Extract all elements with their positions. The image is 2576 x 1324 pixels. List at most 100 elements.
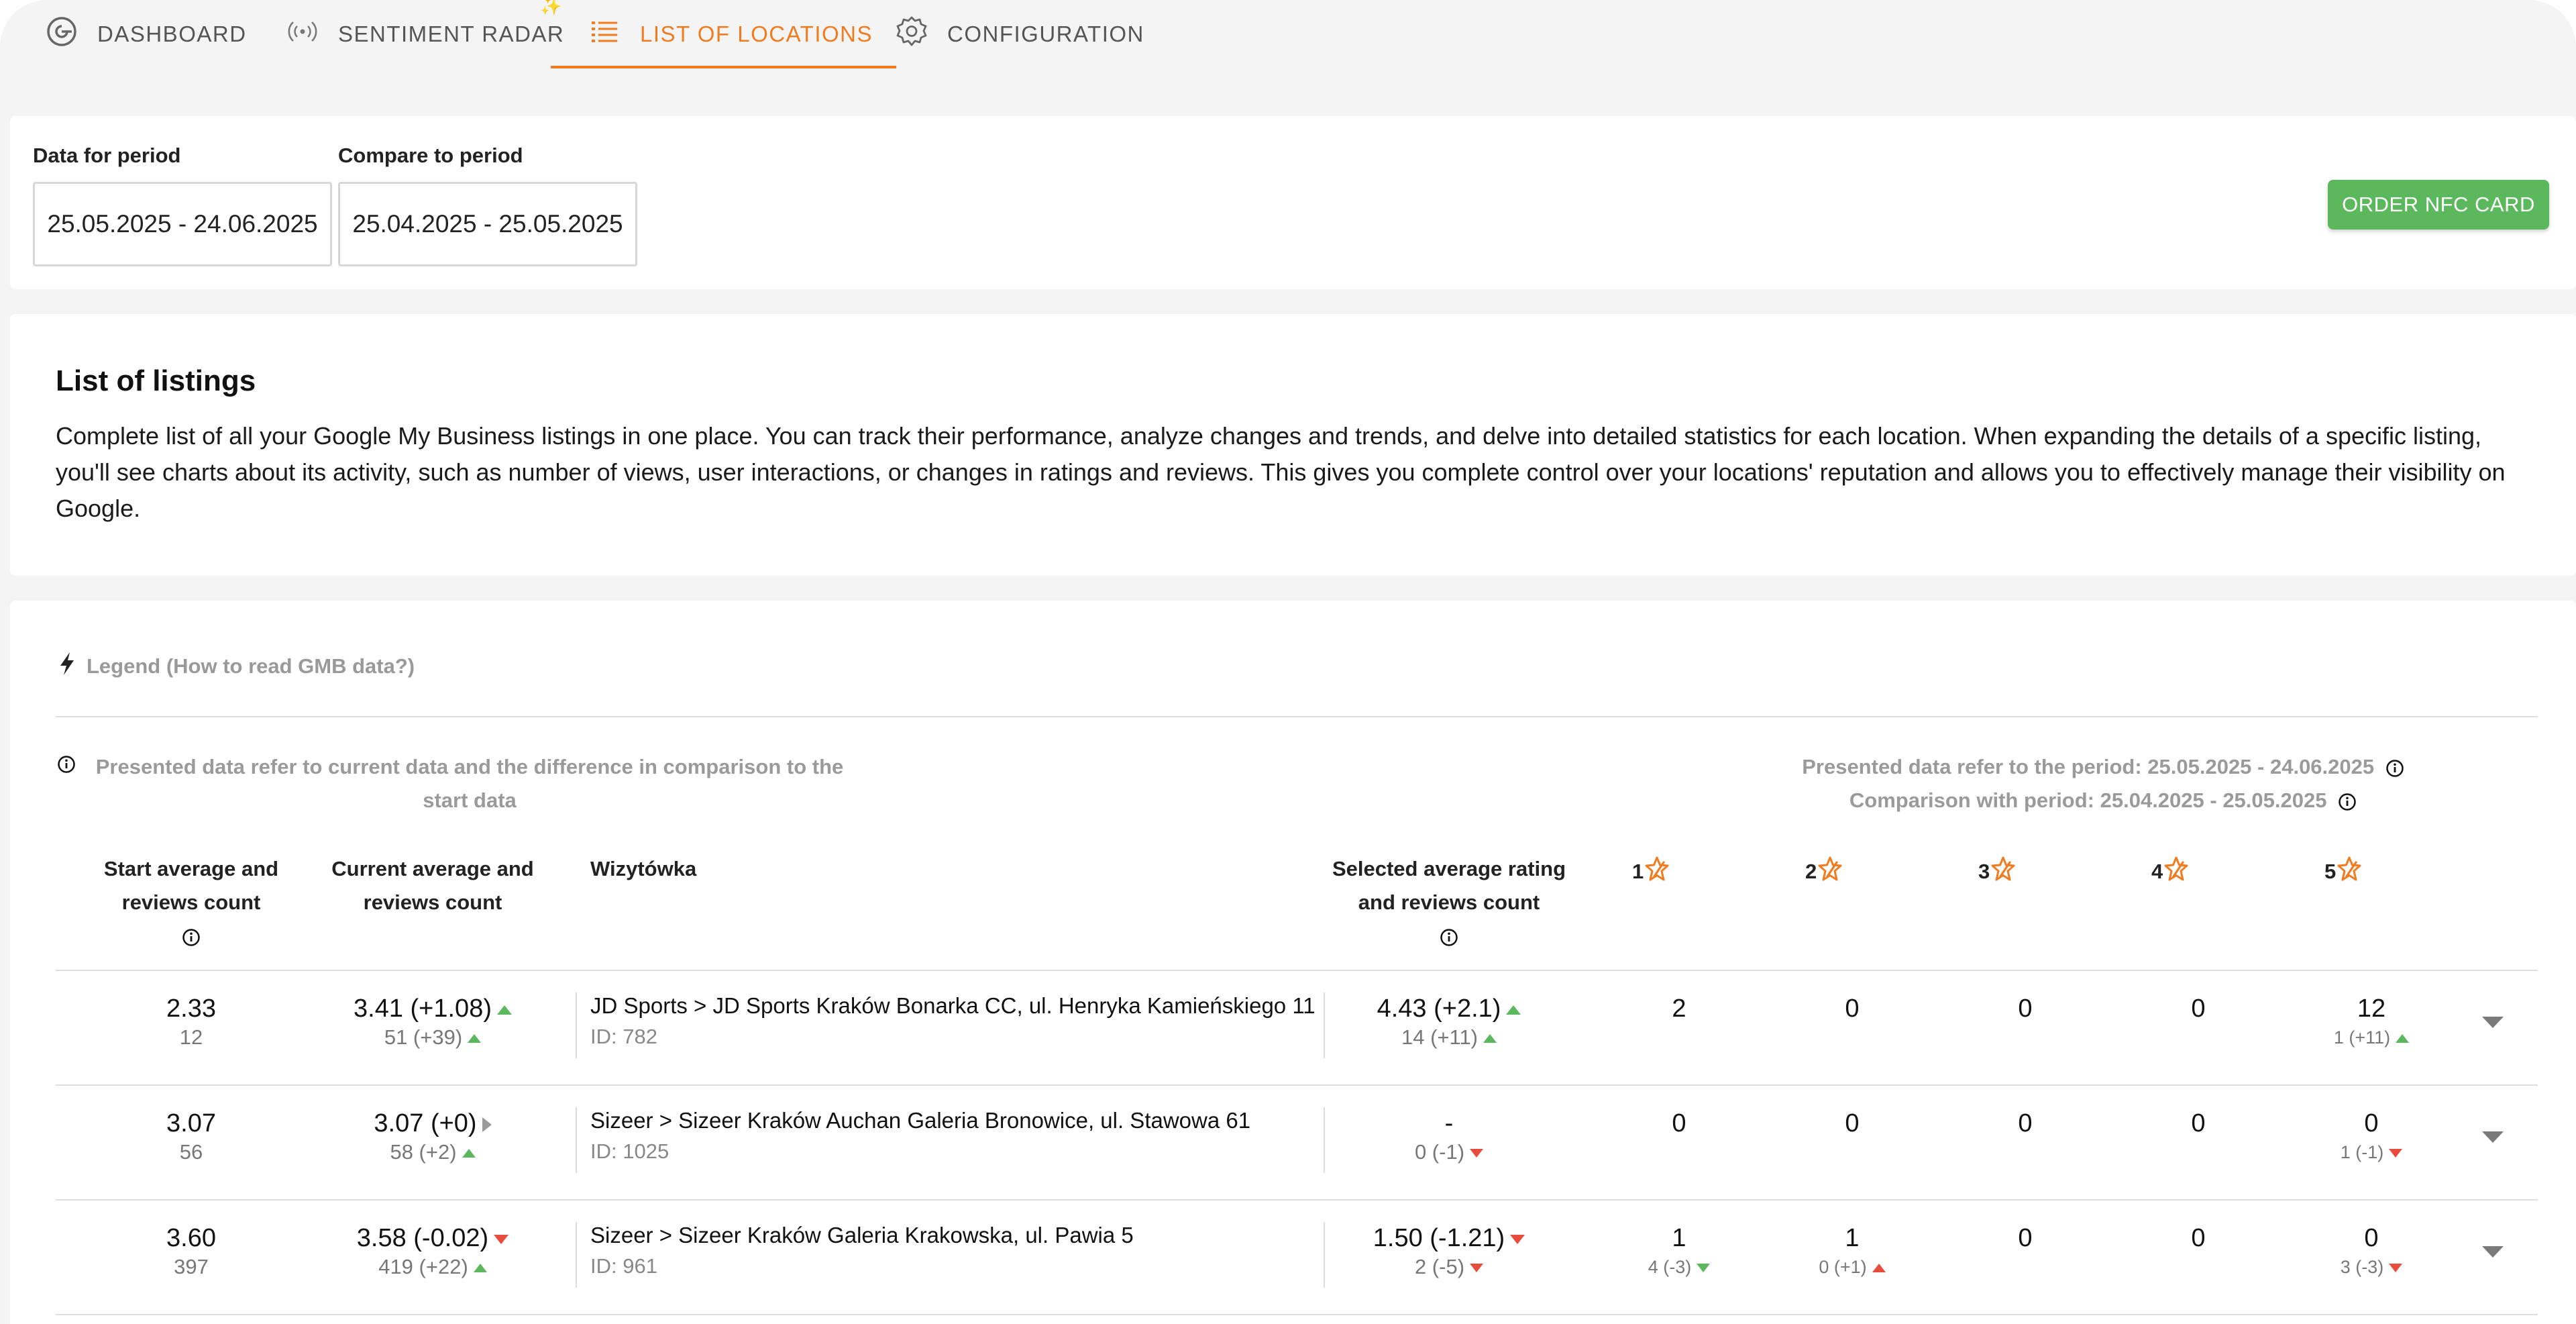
star-count: 0 <box>2191 1109 2206 1137</box>
tab-label: SENTIMENT RADAR <box>338 21 565 46</box>
info-icon[interactable] <box>57 755 76 774</box>
start-average-cell: 3.07 56 <box>77 1108 305 1166</box>
selected-count: 0 (-1) <box>1414 1140 1465 1164</box>
note-current-data: Presented data refer to current data and… <box>95 755 844 812</box>
star-count-change: 4 (-3) <box>1648 1257 1692 1277</box>
start-count: 12 <box>179 1025 203 1049</box>
header-start-label: Start average and reviews count <box>103 857 279 914</box>
list-icon <box>588 15 640 54</box>
trend-up-icon <box>462 1149 476 1158</box>
column-divider <box>576 992 577 1058</box>
column-divider <box>576 1222 577 1288</box>
table-row[interactable]: 2.33 12 3.41 (+1.08) 51 (+39) JD Sports > JD… <box>56 971 2538 1086</box>
selected-average-cell: - 0 (-1) <box>1328 1108 1570 1166</box>
star-count: 2 <box>1672 995 1686 1023</box>
expand-row-chevron-icon[interactable] <box>2482 1017 2504 1028</box>
star-count-cell: 0 <box>2131 1223 2265 1254</box>
order-nfc-card-button[interactable]: ORDER NFC CARD <box>2328 180 2549 230</box>
info-icon[interactable] <box>2385 759 2404 778</box>
selected-average-cell: 1.50 (-1.21) 2 (-5) <box>1328 1223 1570 1280</box>
star-count-cell: 0 <box>1958 993 2092 1024</box>
star-count-cell: 0 3 (-3) <box>2304 1223 2438 1280</box>
star-icon <box>1990 856 2015 887</box>
star-count-cell: 0 <box>1958 1108 2092 1139</box>
lightning-icon <box>56 651 87 682</box>
current-count: 58 (+2) <box>390 1140 457 1164</box>
legend-link[interactable]: Legend (How to read GMB data?) <box>56 651 415 682</box>
listing-id: ID: 961 <box>590 1254 657 1278</box>
header-star-4: 4 <box>2151 856 2188 887</box>
expand-row-chevron-icon[interactable] <box>2482 1246 2504 1258</box>
star-count-cell: 1 4 (-3) <box>1612 1223 1746 1280</box>
info-icon[interactable] <box>1440 928 1458 947</box>
trend-flat-icon <box>482 1117 492 1132</box>
gear-icon <box>895 15 947 54</box>
star-count-cell: 0 1 (-1) <box>2304 1108 2438 1166</box>
star-count: 0 <box>1845 1109 1860 1137</box>
star-count-cell: 0 <box>1785 1108 1919 1139</box>
header-selected-average: Selected average rating and reviews coun… <box>1328 852 1570 953</box>
trend-up-icon <box>496 1005 512 1015</box>
tab-configuration[interactable]: CONFIGURATION <box>895 0 1144 68</box>
data-period-input[interactable]: 25.05.2025 - 24.06.2025 <box>33 182 332 266</box>
info-icon[interactable] <box>2338 793 2357 811</box>
selected-count: 14 (+11) <box>1401 1025 1479 1049</box>
selected-average: - <box>1444 1109 1454 1137</box>
listing-name[interactable]: JD Sports > JD Sports Kraków Bonarka CC,… <box>590 993 1316 1019</box>
data-period-label: Data for period <box>33 144 181 167</box>
tab-sentiment-radar[interactable]: SENTIMENT RADAR <box>286 0 564 68</box>
star-count: 1 <box>1845 1224 1860 1252</box>
star-number: 2 <box>1805 860 1817 883</box>
start-average-cell: 2.33 12 <box>77 993 305 1051</box>
start-count: 56 <box>179 1140 203 1164</box>
current-average-cell: 3.58 (-0.02) 419 (+22) <box>319 1223 547 1280</box>
header-listing: Wizytówka <box>590 857 697 880</box>
note-period: Presented data refer to the period: 25.0… <box>1660 750 2546 817</box>
header-star-2: 2 <box>1805 856 1842 887</box>
tab-dashboard[interactable]: DASHBOARD <box>45 0 247 68</box>
selected-average: 1.50 (-1.21) <box>1373 1224 1505 1252</box>
current-average: 3.41 (+1.08) <box>354 995 492 1023</box>
intro-card: List of listings Complete list of all yo… <box>10 314 2576 576</box>
star-icon <box>1817 856 1842 887</box>
note-compare-text: Comparison with period: 25.04.2025 - 25.… <box>1849 788 2327 812</box>
compare-period-input[interactable]: 25.04.2025 - 25.05.2025 <box>338 182 637 266</box>
start-average-cell: 3.60 397 <box>77 1223 305 1280</box>
star-count-cell: 0 <box>1612 1108 1746 1139</box>
star-count: 0 <box>1845 995 1860 1023</box>
trend-up-icon <box>1506 1005 1521 1015</box>
star-count-change: 3 (-3) <box>2340 1257 2384 1277</box>
start-average: 3.07 <box>166 1109 216 1137</box>
listing-name[interactable]: Sizeer > Sizeer Kraków Auchan Galeria Br… <box>590 1108 1250 1133</box>
star-count-cell: 2 <box>1612 993 1746 1024</box>
radar-icon <box>286 15 338 54</box>
expand-row-chevron-icon[interactable] <box>2482 1131 2504 1143</box>
start-average: 3.60 <box>166 1224 216 1252</box>
star-count: 0 <box>1672 1109 1686 1137</box>
star-count: 0 <box>2018 1224 2033 1252</box>
tab-label: LIST OF LOCATIONS <box>640 21 873 46</box>
header-selected-label: Selected average rating and reviews coun… <box>1332 857 1566 914</box>
listing-name[interactable]: Sizeer > Sizeer Kraków Galeria Krakowska… <box>590 1223 1134 1248</box>
tab-list-of-locations[interactable]: LIST OF LOCATIONS <box>550 0 897 68</box>
top-navigation: DASHBOARD SENTIMENT RADAR ✨ LIST OF LOCA… <box>0 0 2576 70</box>
header-start-average: Start average and reviews count <box>77 852 305 953</box>
current-average-cell: 3.41 (+1.08) 51 (+39) <box>319 993 547 1051</box>
star-count: 1 <box>1672 1224 1686 1252</box>
current-average-cell: 3.07 (+0) 58 (+2) <box>319 1108 547 1166</box>
trend-up-icon <box>2396 1034 2410 1043</box>
start-count: 397 <box>174 1255 209 1278</box>
compare-period-label: Compare to period <box>338 144 523 167</box>
listing-id: ID: 782 <box>590 1025 657 1048</box>
table-row[interactable]: 3.07 56 3.07 (+0) 58 (+2) Sizeer > Sizeer Kr… <box>56 1086 2538 1201</box>
sparkle-icon: ✨ <box>540 0 562 16</box>
column-divider <box>1324 992 1325 1058</box>
google-g-icon <box>45 15 97 54</box>
star-count-change: 1 (+11) <box>2333 1027 2391 1048</box>
star-number: 5 <box>2324 860 2337 883</box>
column-divider <box>1324 1222 1325 1288</box>
star-icon <box>2163 856 2188 887</box>
trend-up-icon <box>1483 1034 1497 1043</box>
table-row[interactable]: 3.60 397 3.58 (-0.02) 419 (+22) Sizeer > Siz… <box>56 1201 2538 1315</box>
info-icon[interactable] <box>182 928 201 947</box>
